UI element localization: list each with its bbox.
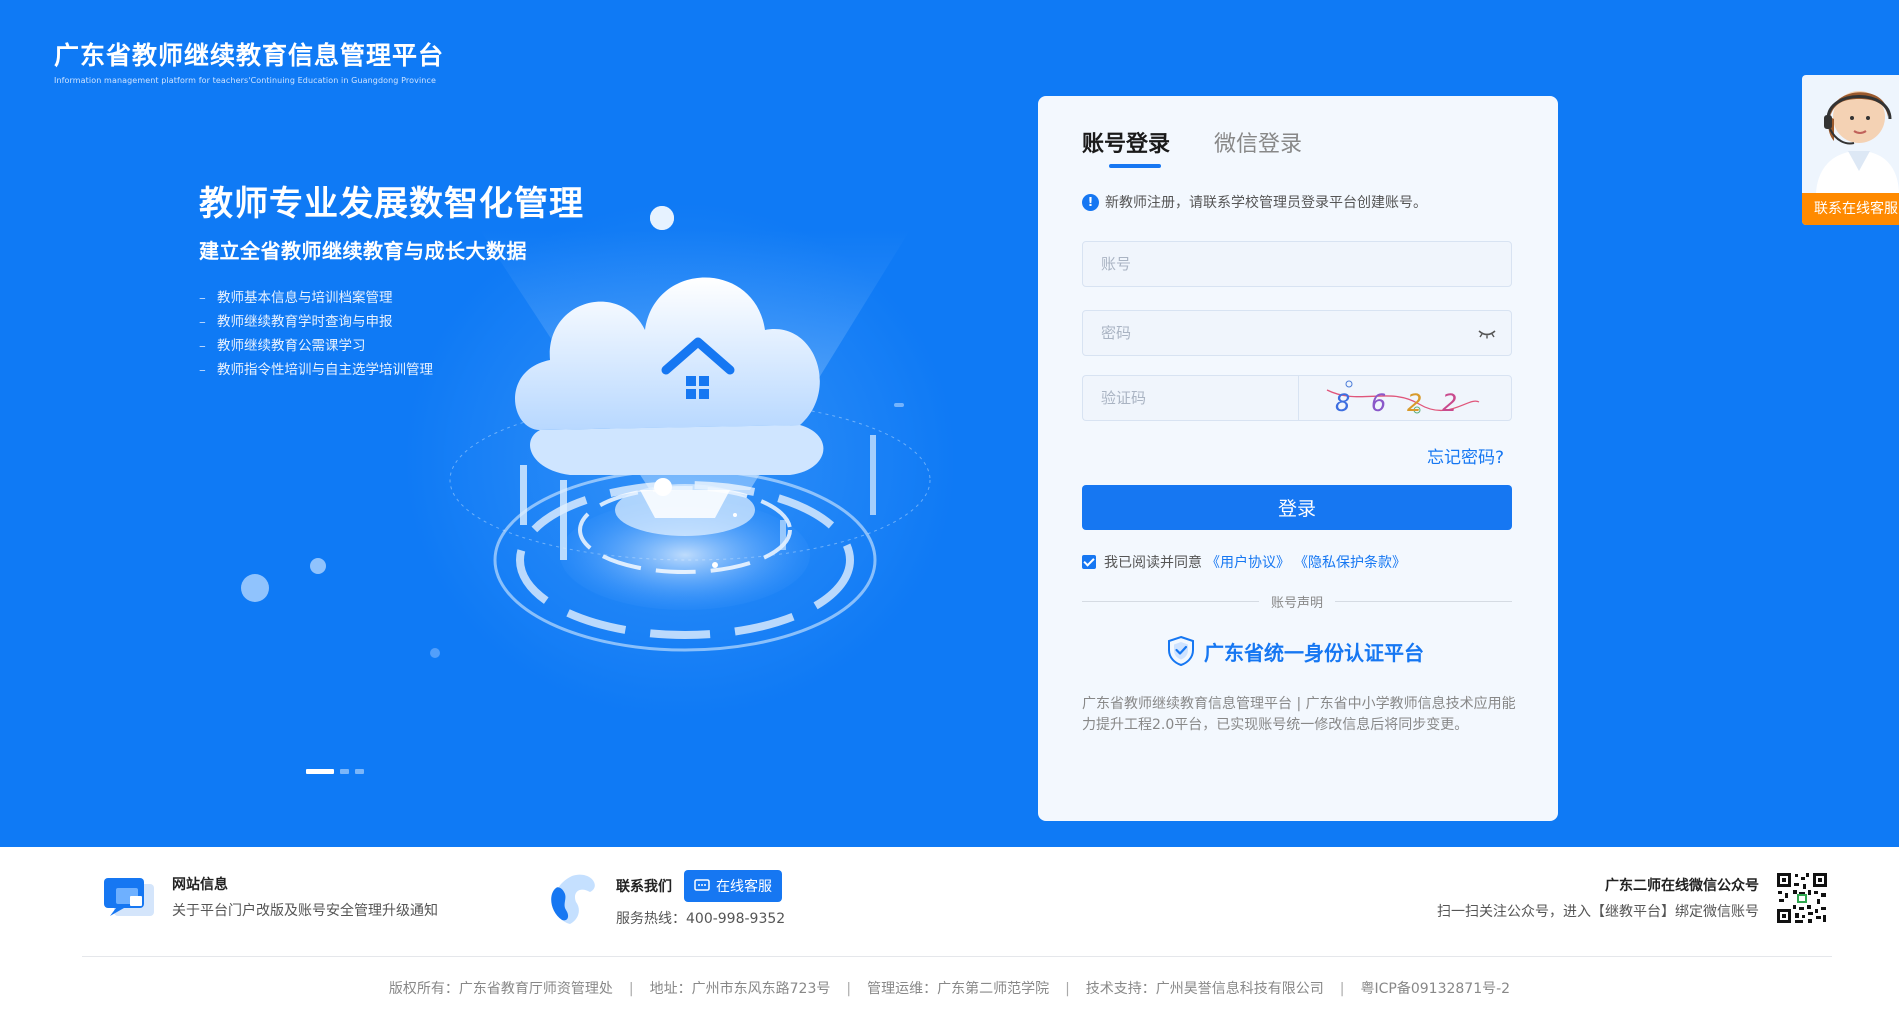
online-service-label: 在线客服 (716, 879, 772, 895)
contact-title-row: 联系我们 在线客服 (616, 870, 785, 902)
wechat-title: 广东二师在线微信公众号 (1605, 878, 1759, 894)
eye-closed-icon[interactable] (1477, 326, 1497, 340)
captcha-char: 2 (1407, 389, 1422, 417)
hero-banner: 广东省教师继续教育信息管理平台 Information management p… (0, 0, 1899, 847)
wechat-qr-code (1775, 871, 1829, 925)
forgot-password-link[interactable]: 忘记密码? (1427, 443, 1504, 468)
captcha-char: 6 (1371, 389, 1386, 417)
notice-text: 新教师注册，请联系学校管理员登录平台创建账号。 (1105, 195, 1427, 211)
support-label: 联系在线客服 (1802, 193, 1899, 225)
privacy-policy-link[interactable]: 《隐私保护条款》 (1294, 552, 1406, 572)
username-input[interactable] (1083, 242, 1511, 286)
copyright-operator: 管理运维：广东第二师范学院 (867, 981, 1050, 997)
agreement-text: 我已阅读并同意 (1104, 555, 1202, 571)
wechat-text: 扫一扫关注公众号，进入【继教平台】绑定微信账号 (1437, 904, 1759, 920)
phone-icon (551, 874, 595, 924)
site-info-title: 网站信息 (172, 877, 228, 893)
support-agent-avatar (1816, 91, 1899, 193)
captcha-char: 8 (1335, 389, 1350, 417)
copyright-tech-support: 技术支持：广州昊誉信息科技有限公司 (1085, 981, 1324, 997)
captcha-image[interactable]: 8 6 2 2 (1298, 375, 1512, 421)
username-field (1082, 241, 1512, 287)
hero-bubbles (241, 206, 904, 658)
register-notice: ! 新教师注册，请联系学校管理员登录平台创建账号。 (1082, 192, 1427, 212)
password-input[interactable] (1083, 311, 1511, 355)
icp-license-link[interactable]: 粤ICP备09132871号-2 (1361, 981, 1511, 997)
agreement-checkbox[interactable] (1082, 555, 1096, 569)
chat-icon (694, 879, 710, 891)
divider-line (1082, 601, 1259, 602)
wechat-block: 广东二师在线微信公众号 扫一扫关注公众号，进入【继教平台】绑定微信账号 (1437, 875, 1759, 921)
login-tabs: 账号登录 微信登录 (1082, 126, 1346, 168)
login-button[interactable]: 登录 (1082, 485, 1512, 530)
service-hotline: 服务热线：400-998-9352 (616, 911, 786, 927)
divider-line (1335, 601, 1513, 602)
agreement-row: 我已阅读并同意 《用户协议》 《隐私保护条款》 (1082, 552, 1406, 572)
user-agreement-link[interactable]: 《用户协议》 (1206, 552, 1290, 572)
platform-description: 广东省教师继续教育信息管理平台 | 广东省中小学教师信息技术应用能力提升工程2.… (1082, 696, 1516, 733)
captcha-graphic: 8 6 2 2 (1326, 380, 1480, 417)
carousel-dot-1[interactable] (306, 769, 334, 774)
copyright-owner: 版权所有：广东省教育厅师资管理处 (388, 981, 613, 997)
footer-divider (82, 956, 1832, 957)
unified-auth-link[interactable]: 广东省统一身份认证平台 (1166, 635, 1424, 667)
captcha-field (1082, 375, 1298, 421)
auth-platform-label: 广东省统一身份认证平台 (1204, 640, 1424, 665)
tab-account-login[interactable]: 账号登录 (1082, 126, 1170, 168)
carousel-indicator (306, 759, 370, 778)
contact-text: 联系我们 在线客服 服务热线：400-998-9352 (616, 870, 785, 928)
carousel-dot-3[interactable] (355, 769, 364, 774)
login-card: 账号登录 微信登录 ! 新教师注册，请联系学校管理员登录平台创建账号。 账号 验… (1038, 96, 1558, 821)
captcha-input[interactable] (1083, 376, 1298, 420)
password-field (1082, 310, 1512, 356)
divider-label: 账号声明 (1271, 596, 1324, 611)
contact-block: 联系我们 在线客服 服务热线：400-998-9352 (542, 870, 785, 928)
tab-wechat-login[interactable]: 微信登录 (1214, 126, 1302, 168)
account-statement-divider: 账号声明 (1082, 592, 1513, 611)
carousel-dot-2[interactable] (340, 769, 349, 774)
info-icon: ! (1082, 193, 1099, 211)
site-notice-link[interactable]: 关于平台门户改版及账号安全管理升级通知 (172, 900, 438, 920)
copyright-address: 地址：广州市东风东路723号 (649, 981, 831, 997)
copyright-bar: 版权所有：广东省教育厅师资管理处 | 地址：广州市东风东路723号 | 管理运维：广东第… (388, 981, 1511, 997)
website-info-icon (104, 878, 154, 916)
online-service-button[interactable]: 在线客服 (684, 870, 782, 902)
page-footer: 网站信息 关于平台门户改版及账号安全管理升级通知 联系我们 在线客服 服务热线：… (0, 847, 1899, 1024)
online-support-widget[interactable]: 联系在线客服 (1802, 75, 1899, 225)
captcha-char: 2 (1442, 389, 1457, 417)
site-info-block: 网站信息 关于平台门户改版及账号安全管理升级通知 (100, 874, 438, 924)
shield-check-icon (1168, 635, 1194, 667)
site-info-text: 网站信息 关于平台门户改版及账号安全管理升级通知 (172, 874, 438, 924)
contact-title: 联系我们 (616, 879, 672, 895)
